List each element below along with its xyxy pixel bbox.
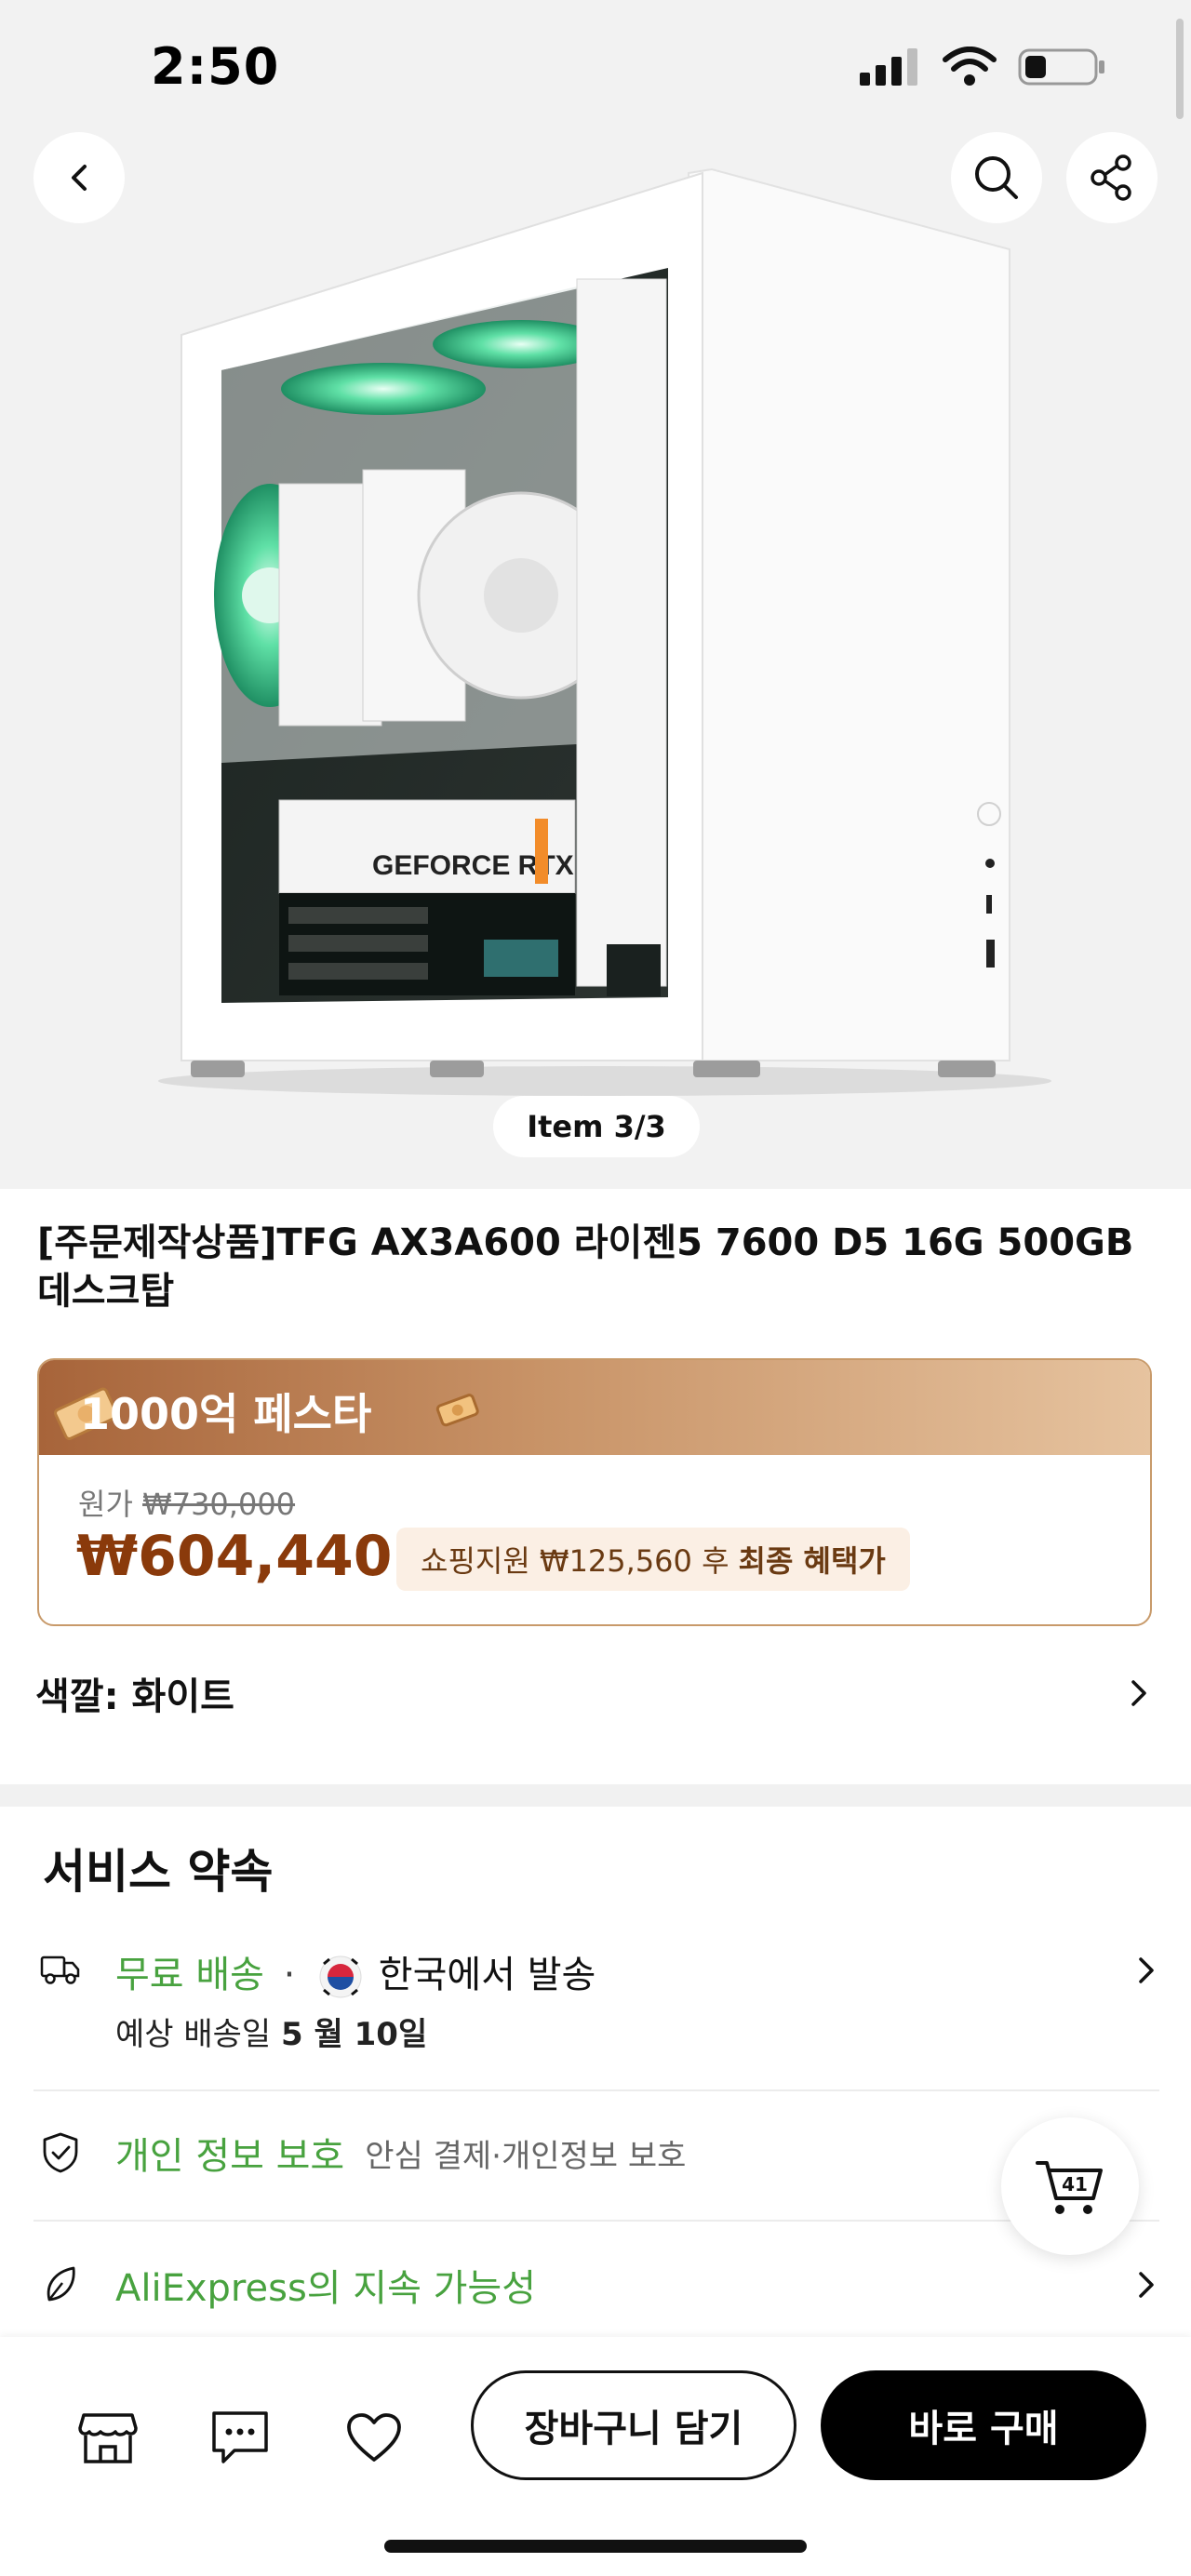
coin-icon bbox=[435, 1394, 479, 1427]
status-icons bbox=[860, 47, 1107, 87]
delivery-label: 예상 배송일 bbox=[115, 2016, 272, 2053]
share-button[interactable] bbox=[1066, 132, 1158, 223]
back-button[interactable] bbox=[33, 132, 125, 223]
benefit-strong: 최종 혜택가 bbox=[738, 1543, 886, 1579]
cart-count: 41 bbox=[1062, 2173, 1088, 2196]
benefit-chip[interactable]: 쇼핑지원 ₩125,560 후 최종 혜택가 bbox=[396, 1528, 910, 1591]
chevron-left-icon bbox=[72, 165, 87, 191]
chat-icon bbox=[212, 2411, 268, 2463]
original-price-value: ₩730,000 bbox=[142, 1487, 296, 1522]
battery-icon bbox=[1018, 48, 1104, 86]
status-bar: 2:50 bbox=[0, 0, 1191, 140]
section-divider bbox=[0, 1784, 1191, 1807]
signal-icon bbox=[860, 48, 917, 86]
shipping-origin: 한국에서 발송 bbox=[378, 1954, 596, 1996]
shipping-row[interactable]: 무료 배송 · 한국에서 발송 예상 배송일 5 월 10일 bbox=[33, 1944, 1159, 2053]
chevron-right-icon bbox=[1139, 2272, 1154, 2298]
privacy-desc: 안심 결제·개인정보 보호 bbox=[365, 2137, 687, 2175]
cart-icon: 41 bbox=[1036, 2161, 1103, 2214]
row-divider bbox=[33, 2220, 1159, 2222]
delivery-date: 5 월 10일 bbox=[281, 2016, 428, 2053]
service-title: 서비스 약속 bbox=[43, 1845, 274, 1899]
image-counter: Item 3/3 bbox=[493, 1096, 700, 1157]
scrollbar[interactable] bbox=[1176, 19, 1184, 119]
wishlist-button[interactable] bbox=[337, 2400, 411, 2475]
price-card: 1000억 페스타 원가 ₩730,000 ₩604,440 쇼핑지원 ₩125… bbox=[37, 1358, 1152, 1626]
product-gallery[interactable]: GEFORCE RTX Item 3/3 bbox=[0, 0, 1191, 1189]
shipping-line: 무료 배송 · 한국에서 발송 bbox=[115, 1944, 596, 1999]
home-indicator[interactable] bbox=[384, 2540, 807, 2553]
leaf-icon bbox=[33, 2264, 87, 2305]
add-to-cart-button[interactable]: 장바구니 담기 bbox=[471, 2370, 796, 2480]
privacy-row[interactable]: 개인 정보 보호 안심 결제·개인정보 보호 bbox=[33, 2125, 1159, 2181]
benefit-text: 쇼핑지원 ₩125,560 후 bbox=[421, 1543, 729, 1579]
korea-flag-icon bbox=[319, 1955, 362, 1998]
search-icon bbox=[975, 156, 1018, 199]
wifi-icon bbox=[943, 47, 997, 86]
chevron-right-icon bbox=[1131, 1680, 1146, 1706]
chevron-right-icon bbox=[1139, 1957, 1154, 1983]
chat-button[interactable] bbox=[203, 2400, 277, 2475]
shield-check-icon bbox=[33, 2131, 87, 2174]
delivery-estimate: 예상 배송일 5 월 10일 bbox=[115, 2009, 596, 2054]
product-title: [주문제작상품]TFG AX3A600 라이젠5 7600 D5 16G 500… bbox=[37, 1221, 1134, 1313]
row-divider bbox=[33, 2089, 1159, 2091]
original-price-label: 원가 bbox=[78, 1487, 133, 1522]
truck-icon bbox=[33, 1950, 87, 1987]
sale-price: ₩604,440 bbox=[76, 1524, 393, 1589]
heart-icon bbox=[347, 2413, 401, 2462]
promo-banner-label: 1000억 페스타 bbox=[80, 1389, 372, 1439]
share-icon bbox=[1091, 154, 1131, 201]
color-option-label: 색깔: 화이트 bbox=[35, 1675, 234, 1718]
store-icon bbox=[78, 2413, 138, 2463]
color-option-row[interactable]: 색깔: 화이트 bbox=[35, 1665, 1152, 1721]
free-shipping-label: 무료 배송 bbox=[115, 1954, 264, 1996]
store-button[interactable] bbox=[71, 2400, 145, 2475]
sustainability-label: AliExpress의 지속 가능성 bbox=[115, 2267, 537, 2310]
shipping-separator: · bbox=[283, 1954, 296, 1996]
floating-cart-button[interactable]: 41 bbox=[1001, 2117, 1139, 2255]
buy-now-button[interactable]: 바로 구매 bbox=[821, 2370, 1146, 2480]
privacy-title: 개인 정보 보호 bbox=[115, 2135, 345, 2178]
search-button[interactable] bbox=[951, 132, 1042, 223]
status-time: 2:50 bbox=[151, 37, 280, 96]
original-price: 원가 ₩730,000 bbox=[78, 1481, 295, 1524]
sustainability-row[interactable]: AliExpress의 지속 가능성 bbox=[33, 2257, 1159, 2313]
promo-banner[interactable]: 1000억 페스타 bbox=[39, 1360, 1150, 1455]
